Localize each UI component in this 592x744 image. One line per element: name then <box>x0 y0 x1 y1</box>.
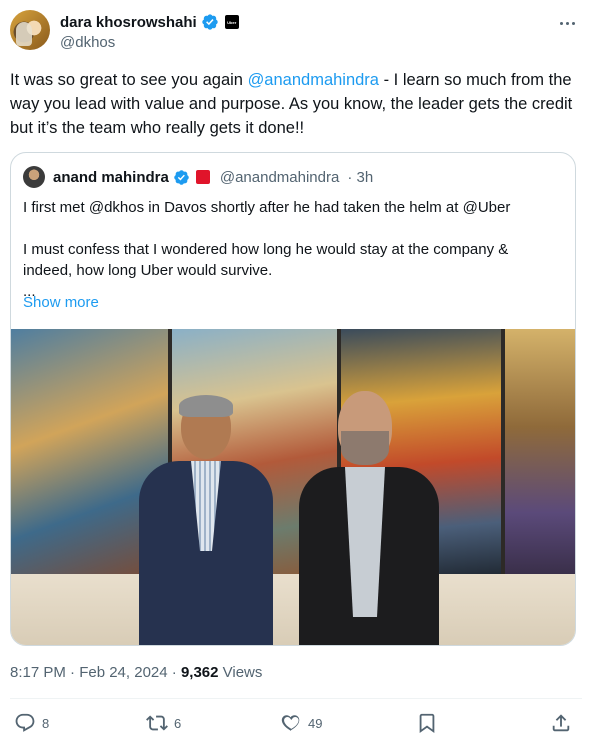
bookmark-button[interactable] <box>416 710 438 736</box>
mention-link[interactable]: @anandmahindra <box>248 71 379 89</box>
reply-button[interactable]: 8 <box>14 710 49 736</box>
bookmark-icon <box>419 713 435 734</box>
quoted-text-line: I must confess that I wondered how long … <box>23 241 509 258</box>
views-count: 9,362 <box>180 664 219 681</box>
verified-badge-icon <box>174 169 189 185</box>
quoted-author-name: anand mahindra <box>53 168 169 186</box>
timestamp[interactable]: 8:17 PM · Feb 24, 2024 · <box>10 664 181 681</box>
author-avatar[interactable] <box>10 10 50 50</box>
mural-panel <box>505 329 575 574</box>
quoted-author-avatar <box>23 166 45 188</box>
more-options-icon[interactable] <box>556 14 578 32</box>
divider <box>10 698 582 699</box>
share-button[interactable] <box>550 710 572 736</box>
person-right <box>293 391 443 645</box>
heart-icon <box>281 715 300 731</box>
quoted-text-line: ... <box>23 283 36 300</box>
tweet-text-part: It was so great to see you again <box>10 71 248 89</box>
share-upload-icon <box>552 714 570 732</box>
quoted-tweet-text: I first met @dkhos in Davos shortly afte… <box>23 197 563 302</box>
repost-count: 6 <box>174 715 182 731</box>
views-label: Views <box>218 664 263 681</box>
author-handle[interactable]: @dkhos <box>60 34 115 51</box>
quoted-author-handle: @anandmahindra <box>219 168 340 186</box>
author-display-name[interactable]: dara khosrowshahi <box>60 14 197 31</box>
quoted-tweet[interactable]: anand mahindra @anandmahindra · 3h I fir… <box>10 152 576 646</box>
quoted-time: · 3h <box>347 168 374 186</box>
author-name-row: dara khosrowshahi Uber <box>60 12 239 32</box>
mahindra-org-badge <box>195 170 210 184</box>
quoted-text-line: indeed, how long Uber would survive. <box>23 262 273 279</box>
repost-button[interactable]: 6 <box>146 710 181 736</box>
reply-bubble-icon <box>15 713 35 732</box>
uber-org-badge[interactable]: Uber <box>224 15 239 29</box>
quoted-text-line <box>23 218 563 239</box>
quoted-tweet-header: anand mahindra @anandmahindra · 3h <box>23 165 373 189</box>
like-button[interactable]: 49 <box>280 710 322 736</box>
action-bar: 8 6 49 <box>10 710 582 736</box>
tweet-meta: 8:17 PM · Feb 24, 2024 · 9,362 Views <box>10 664 262 681</box>
person-left <box>131 395 281 645</box>
show-more-link[interactable]: Show more <box>23 294 99 311</box>
like-count: 49 <box>308 715 323 731</box>
verified-badge-icon <box>202 14 218 30</box>
tweet-text: It was so great to see you again @anandm… <box>10 68 580 140</box>
quoted-text-line: I first met @dkhos in Davos shortly afte… <box>23 199 511 216</box>
quoted-photo[interactable] <box>11 329 575 645</box>
repost-arrows-icon <box>146 715 168 731</box>
tweet-header: dara khosrowshahi Uber @dkhos <box>10 10 582 54</box>
reply-count: 8 <box>42 715 50 731</box>
